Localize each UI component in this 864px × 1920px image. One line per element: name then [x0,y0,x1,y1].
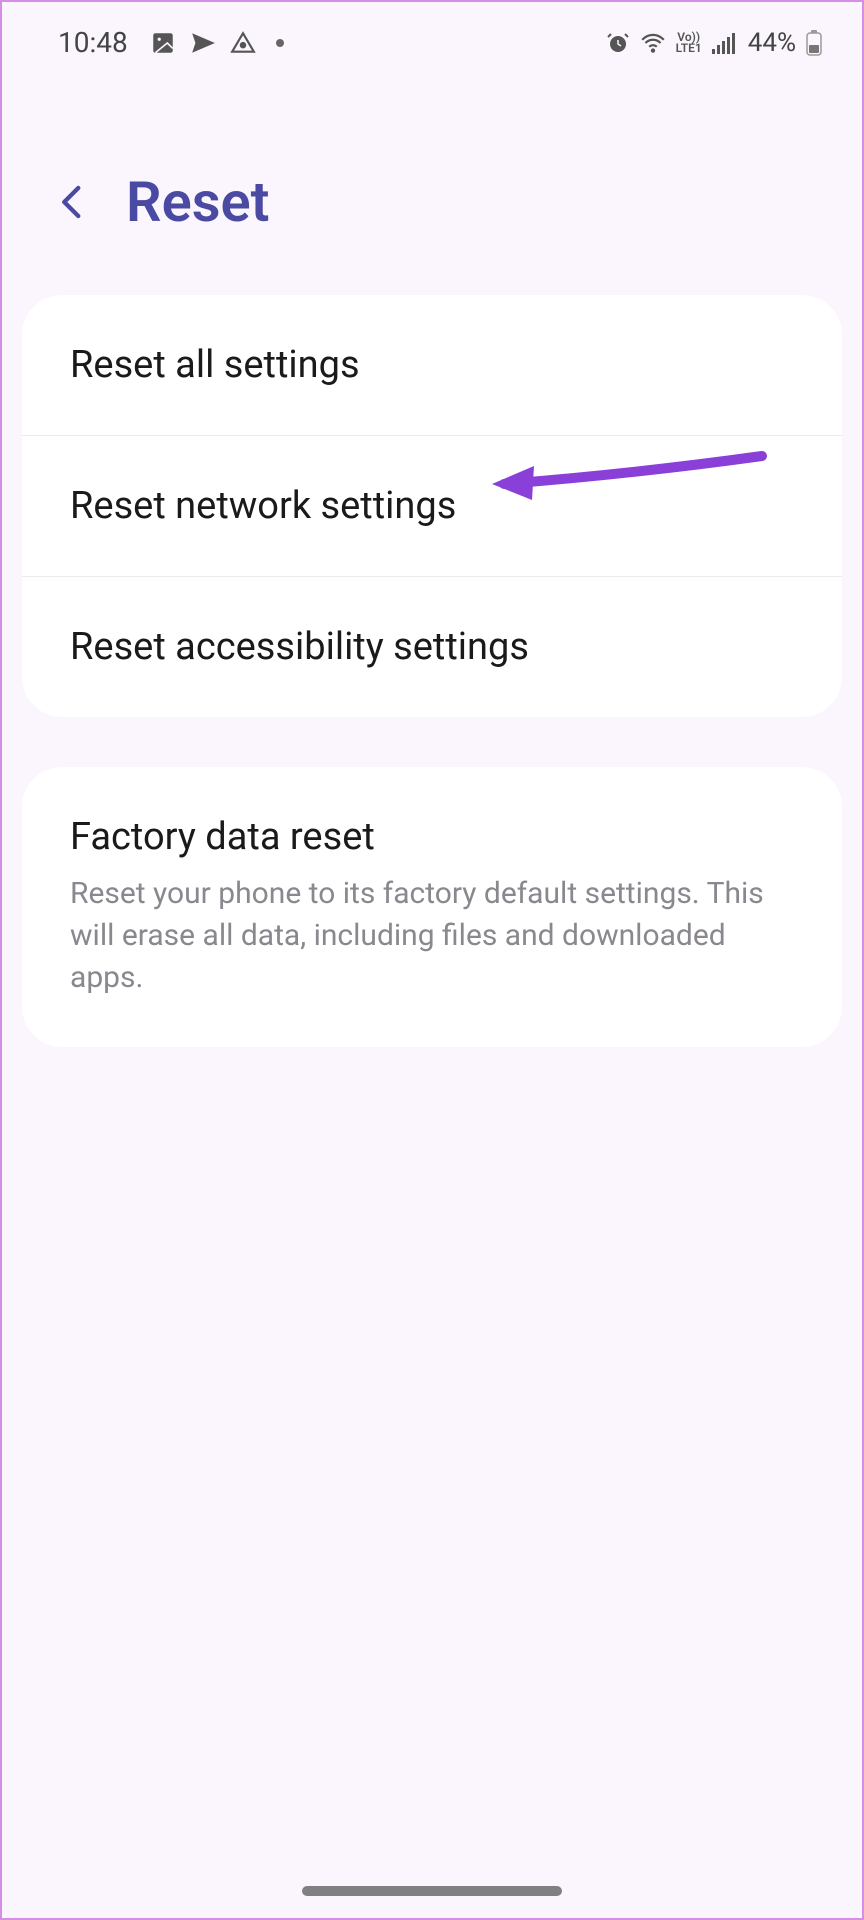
page-header: Reset [2,69,862,295]
gallery-icon [150,30,176,56]
battery-icon [806,30,822,56]
triangle-alert-icon [230,30,256,56]
status-time: 10:48 [58,26,128,59]
battery-percent: 44% [748,28,796,58]
page-title: Reset [126,169,269,235]
settings-card-factory-reset: Factory data reset Reset your phone to i… [22,767,842,1047]
item-label: Factory data reset [70,815,375,859]
item-reset-network-settings[interactable]: Reset network settings [22,436,842,577]
more-notifications-dot [276,39,284,47]
status-right: Vo)) LTE1 44% [606,28,822,58]
alarm-icon [606,31,630,55]
signal-icon [712,32,738,54]
item-reset-all-settings[interactable]: Reset all settings [22,295,842,436]
item-label: Reset accessibility settings [70,625,529,669]
settings-card-reset-options: Reset all settings Reset network setting… [22,295,842,717]
item-label: Reset all settings [70,343,360,387]
gesture-bar[interactable] [302,1886,562,1896]
back-button[interactable] [52,181,94,223]
wifi-icon [640,30,666,56]
annotation-arrow-icon [492,446,772,506]
item-subtitle: Reset your phone to its factory default … [70,873,794,999]
item-label: Reset network settings [70,484,456,528]
status-left: 10:48 [58,26,284,59]
status-bar: 10:48 Vo)) LTE1 44% [2,2,862,69]
item-reset-accessibility-settings[interactable]: Reset accessibility settings [22,577,842,717]
volte-indicator: Vo)) LTE1 [676,32,702,54]
item-factory-data-reset[interactable]: Factory data reset Reset your phone to i… [22,767,842,1047]
send-icon [190,30,216,56]
